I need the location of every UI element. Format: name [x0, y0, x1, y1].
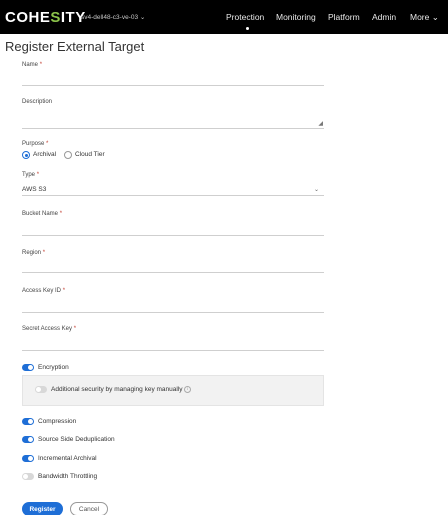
page-title: Register External Target [5, 39, 145, 54]
nav-active-indicator [246, 27, 249, 30]
description-textarea[interactable]: ◢ [22, 112, 324, 129]
register-button[interactable]: Register [22, 502, 63, 515]
secret-key-input[interactable] [22, 350, 324, 351]
dedup-label: Source Side Deduplication [38, 436, 115, 443]
region-label: Region * [22, 250, 46, 256]
access-key-input[interactable] [22, 312, 324, 313]
type-select-value[interactable]: AWS S3 [22, 186, 46, 193]
additional-security-toggle[interactable] [35, 386, 47, 393]
additional-security-label: Additional security by managing key manu… [51, 386, 183, 393]
logo-text-prefix: COHE [5, 9, 51, 26]
encryption-toggle[interactable] [22, 364, 34, 371]
chevron-down-icon[interactable]: ⌄ [314, 186, 319, 193]
purpose-label: Purpose * [22, 141, 49, 147]
compression-label: Compression [38, 418, 77, 425]
nav-admin[interactable]: Admin [372, 12, 396, 22]
name-input[interactable] [22, 85, 324, 86]
nav-platform[interactable]: Platform [328, 12, 360, 22]
type-select-underline[interactable] [22, 195, 324, 196]
incremental-archival-toggle[interactable] [22, 455, 34, 462]
bandwidth-throttling-toggle[interactable] [22, 473, 34, 480]
compression-toggle[interactable] [22, 418, 34, 425]
cancel-button[interactable]: Cancel [70, 502, 108, 515]
cluster-selector[interactable]: sv4-dell48-c3-ve-03 ⌄ [81, 13, 145, 21]
secret-key-label: Secret Access Key * [22, 326, 77, 332]
dedup-toggle[interactable] [22, 436, 34, 443]
top-navigation-bar: COHESITY sv4-dell48-c3-ve-03 ⌄ Protectio… [0, 0, 448, 34]
nav-monitoring[interactable]: Monitoring [276, 12, 316, 22]
incremental-archival-label: Incremental Archival [38, 455, 97, 462]
nav-protection[interactable]: Protection [226, 12, 264, 22]
bandwidth-throttling-label: Bandwidth Throttling [38, 473, 98, 480]
logo-text-accent: S [50, 9, 61, 26]
type-label: Type * [22, 172, 40, 178]
bucket-name-label: Bucket Name * [22, 211, 63, 217]
info-icon[interactable]: i [184, 386, 191, 393]
purpose-archival-label[interactable]: Archival [33, 151, 56, 158]
cohesity-logo[interactable]: COHESITY [5, 9, 86, 26]
name-label: Name * [22, 62, 43, 68]
bucket-name-input[interactable] [22, 235, 324, 236]
region-input[interactable] [22, 272, 324, 273]
resize-handle-icon[interactable]: ◢ [318, 121, 323, 127]
description-label: Description [22, 99, 53, 105]
purpose-archival-radio[interactable] [22, 151, 30, 159]
purpose-cloud-tier-radio[interactable] [64, 151, 72, 159]
encryption-label: Encryption [38, 364, 69, 371]
access-key-label: Access Key ID * [22, 288, 66, 294]
nav-more[interactable]: More ⌄ [410, 12, 439, 23]
purpose-cloud-tier-label[interactable]: Cloud Tier [75, 151, 105, 158]
